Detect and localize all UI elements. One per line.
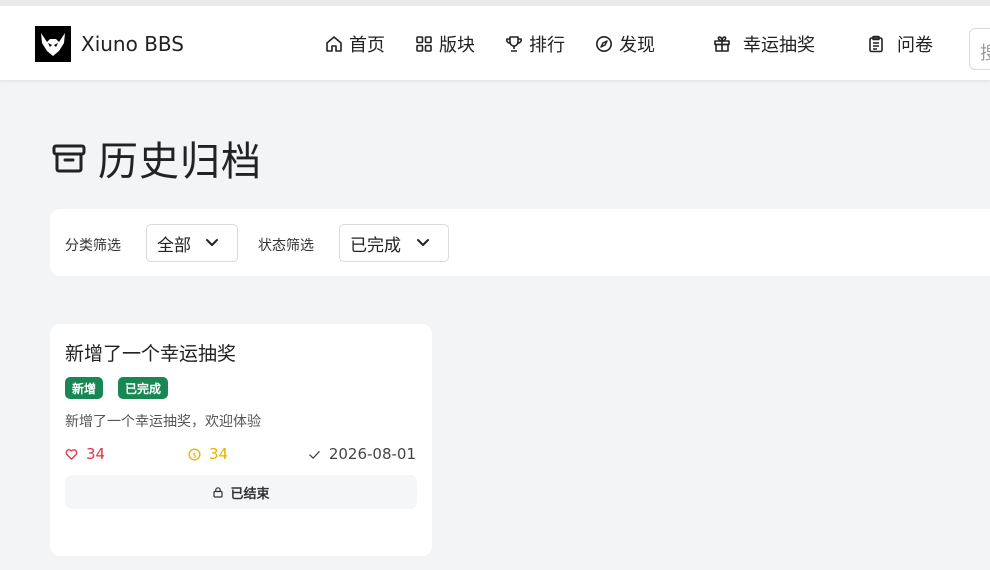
gift-icon [713, 35, 731, 53]
status-filter-select[interactable]: 已完成 [339, 224, 449, 262]
nav-discover-label: 发现 [619, 35, 655, 56]
category-filter-label: 分类筛选 [65, 238, 121, 254]
nav-boards-label: 版块 [439, 35, 475, 56]
card-title[interactable]: 新增了一个幸运抽奖 [65, 339, 236, 366]
compass-icon [595, 35, 613, 53]
status-filter-value: 已完成 [350, 235, 401, 256]
coins-value: 34 [209, 445, 229, 463]
archive-card[interactable]: 新增了一个幸运抽奖 新增 已完成 新增了一个幸运抽奖，欢迎体验 34 $ 34 … [50, 324, 432, 556]
completion-date: 2026-08-01 [308, 444, 416, 464]
grid-icon [415, 35, 433, 53]
nav-boards[interactable]: 版块 [415, 26, 475, 62]
likes-value: 34 [86, 445, 106, 463]
coin-icon: $ [188, 447, 201, 461]
top-navbar: Xiuno BBS 首页 版块 排行 发现 幸运抽奖 问卷 [0, 0, 990, 81]
nav-rank-label: 排行 [529, 35, 565, 56]
coins-count: $ 34 [188, 444, 228, 464]
likes-count[interactable]: 34 [65, 444, 105, 464]
nav-rank[interactable]: 排行 [505, 26, 565, 62]
ended-button-label: 已结束 [230, 486, 270, 502]
filter-panel: 分类筛选 全部 状态筛选 已完成 [50, 209, 990, 276]
chevron-down-icon [416, 237, 430, 249]
nav-lottery-label: 幸运抽奖 [743, 35, 815, 56]
nav-lottery[interactable]: 幸运抽奖 [713, 26, 815, 62]
svg-text:$: $ [192, 450, 197, 459]
clipboard-icon [867, 35, 885, 53]
nav-discover[interactable]: 发现 [595, 26, 655, 62]
home-icon [325, 35, 343, 53]
heart-icon [65, 448, 78, 461]
search-placeholder: 搜 [980, 43, 990, 64]
brand-link[interactable]: Xiuno BBS [35, 26, 184, 62]
page-title-text: 历史归档 [98, 139, 262, 185]
tag-badge: 新增 [65, 377, 104, 399]
check-icon [308, 448, 321, 461]
page-title: 历史归档 [50, 130, 262, 186]
category-filter-select[interactable]: 全部 [146, 224, 238, 262]
card-description: 新增了一个幸运抽奖，欢迎体验 [65, 414, 261, 430]
status-filter-label: 状态筛选 [258, 238, 314, 254]
nav-home[interactable]: 首页 [325, 26, 385, 62]
search-input[interactable]: 搜 [969, 28, 990, 70]
chevron-down-icon [205, 237, 219, 249]
ended-button[interactable]: 已结束 [65, 475, 417, 509]
nav-home-label: 首页 [349, 35, 385, 56]
lock-icon [212, 486, 224, 498]
nav-survey-label: 问卷 [897, 35, 933, 56]
bull-head-logo-icon [35, 26, 71, 62]
date-value: 2026-08-01 [328, 445, 416, 463]
nav-survey[interactable]: 问卷 [867, 26, 933, 62]
trophy-icon [505, 35, 523, 53]
brand-name: Xiuno BBS [81, 32, 184, 56]
category-filter-value: 全部 [157, 235, 191, 256]
status-badge: 已完成 [118, 377, 169, 399]
archive-icon [50, 139, 88, 177]
